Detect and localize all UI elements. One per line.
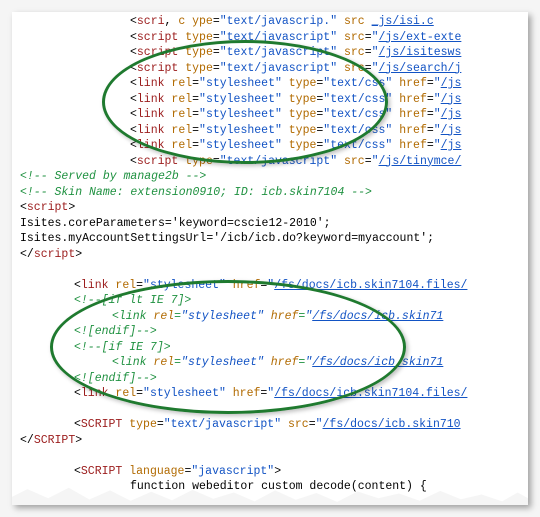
code-line: Isites.myAccountSettingsUrl='/icb/icb.do… [20,231,467,247]
code-line: </SCRIPT> [20,433,467,449]
code-line: </script> [20,247,467,263]
code-line: <link rel="stylesheet" href="/fs/docs/ic… [20,278,467,294]
code-line: <link rel="stylesheet" type="text/css" h… [20,92,467,108]
code-line: <script type="text/javascript" src="/js/… [20,30,467,46]
code-line: <scri, c ype="text/javascrip." src _js/i… [20,14,467,30]
code-line: function webeditor custom decode(content… [20,479,467,495]
code-line: <script type="text/javascript" src="/js/… [20,154,467,170]
code-line: <SCRIPT type="text/javascript" src="/fs/… [20,417,467,433]
code-line: Isites.coreParameters='keyword=cscie12-2… [20,216,467,232]
code-line: <link rel="stylesheet" type="text/css" h… [20,138,467,154]
code-line: <SCRIPT language="javascript"> [20,464,467,480]
code-line: <script type="text/javascript" src="/js/… [20,61,467,77]
html-comment: <!-- Served by manage2b --> [20,169,467,185]
code-block: <scri, c ype="text/javascrip." src _js/i… [12,12,469,497]
conditional-comment: <![endif]--> [20,324,467,340]
code-line: <link rel="stylesheet" type="text/css" h… [20,107,467,123]
html-comment: <!-- Skin Name: extension0910; ID: icb.s… [20,185,467,201]
conditional-comment: <!--[if IE 7]> [20,340,467,356]
code-line: <script> [20,200,467,216]
code-line: <link rel="stylesheet" href="/fs/docs/ic… [20,355,467,371]
code-line: <link rel="stylesheet" href="/fs/docs/ic… [20,309,467,325]
conditional-comment: <!--[if lt IE 7]> [20,293,467,309]
code-line: <link rel="stylesheet" type="text/css" h… [20,76,467,92]
code-line: <link rel="stylesheet" href="/fs/docs/ic… [20,386,467,402]
code-screenshot: <scri, c ype="text/javascrip." src _js/i… [12,12,528,505]
code-line: <script type="text/javascript" src="/js/… [20,45,467,61]
conditional-comment: <![endif]--> [20,371,467,387]
code-line: <link rel="stylesheet" type="text/css" h… [20,123,467,139]
